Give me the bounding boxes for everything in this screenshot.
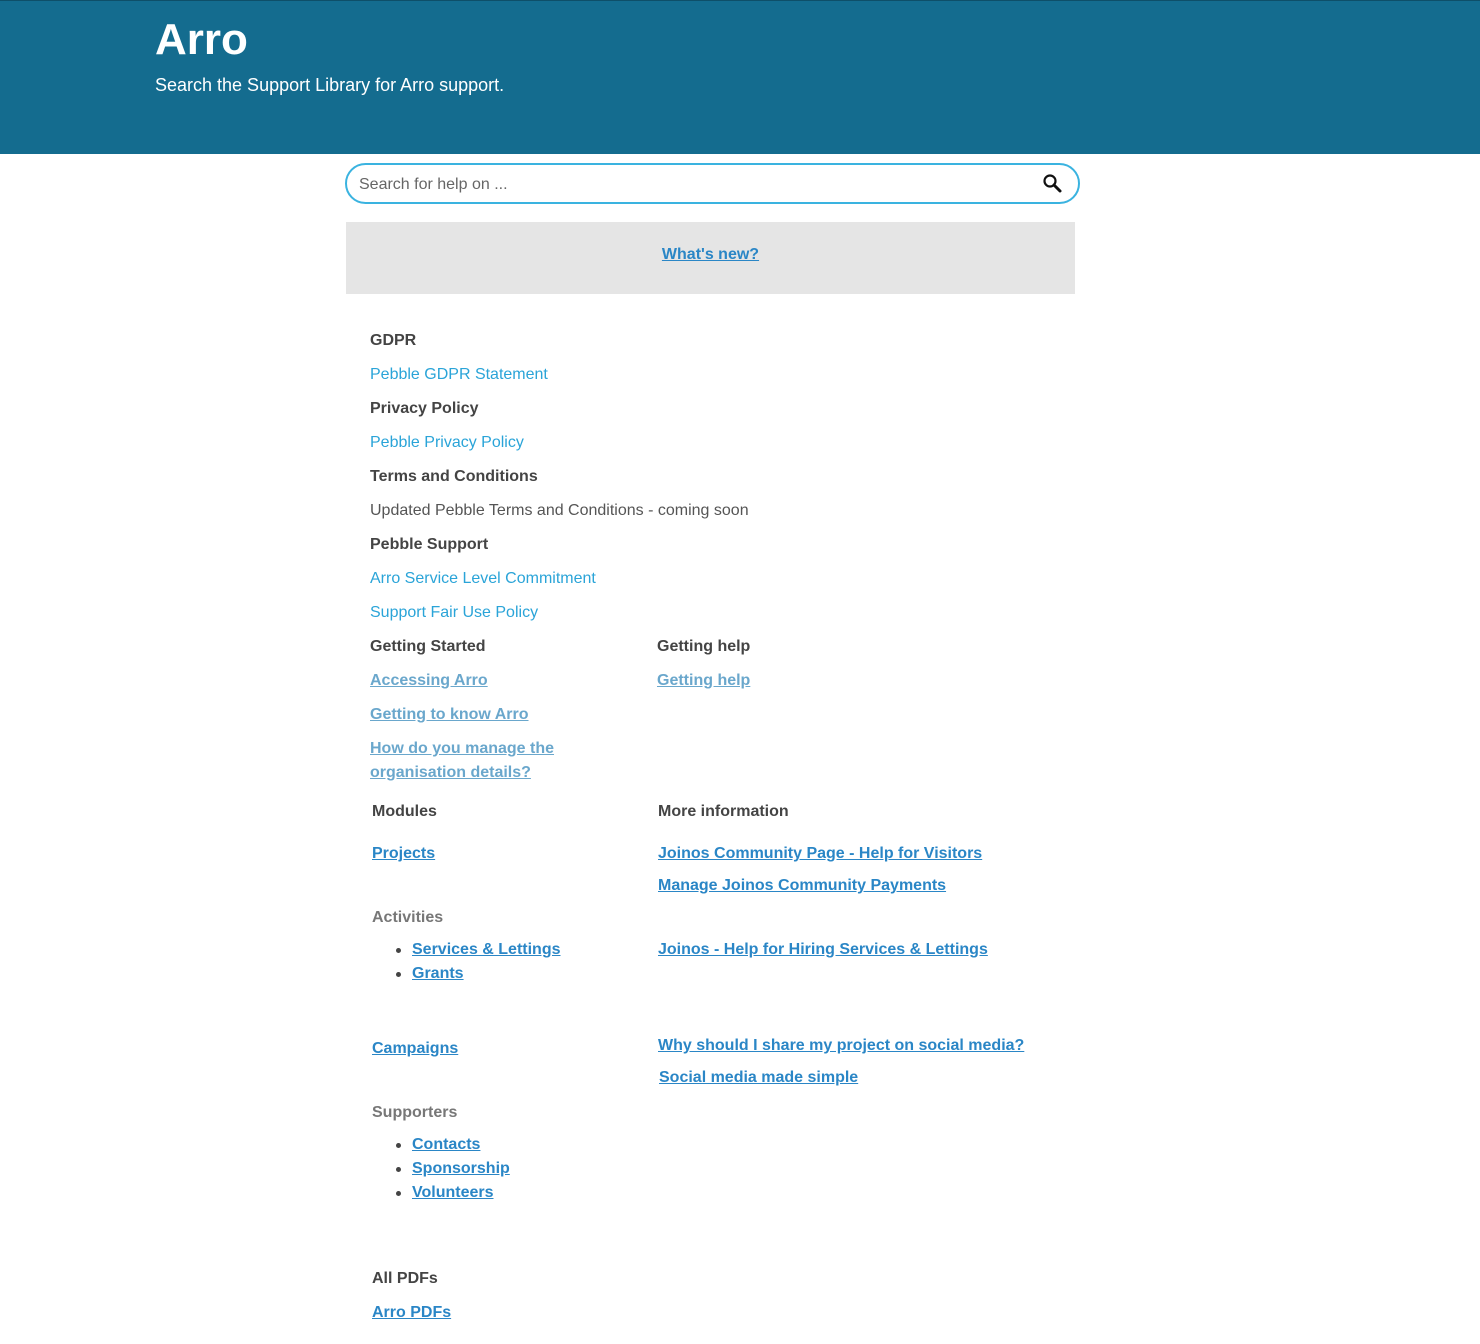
gdpr-statement-link[interactable]: Pebble GDPR Statement <box>370 364 548 386</box>
site-header: Arro Search the Support Library for Arro… <box>0 0 1480 154</box>
privacy-policy-link[interactable]: Pebble Privacy Policy <box>370 432 524 454</box>
site-title: Arro <box>155 15 248 64</box>
getting-started-heading: Getting Started <box>370 638 486 655</box>
manage-organisation-link-line2[interactable]: organisation details? <box>370 762 531 784</box>
list-bullet <box>396 972 401 977</box>
accessing-arro-link[interactable]: Accessing Arro <box>370 670 488 692</box>
whats-new-panel: What's new? <box>346 222 1075 294</box>
terms-heading: Terms and Conditions <box>370 468 538 485</box>
hiring-services-help-link[interactable]: Joinos - Help for Hiring Services & Lett… <box>658 939 988 961</box>
volunteers-link[interactable]: Volunteers <box>412 1182 494 1204</box>
share-project-social-link[interactable]: Why should I share my project on social … <box>658 1035 1024 1057</box>
search-bar <box>345 163 1080 204</box>
arro-pdfs-link[interactable]: Arro PDFs <box>372 1302 451 1324</box>
manage-organisation-link[interactable]: How do you manage the <box>370 738 554 760</box>
list-bullet <box>396 1143 401 1148</box>
list-bullet <box>396 1167 401 1172</box>
privacy-heading: Privacy Policy <box>370 400 479 417</box>
list-bullet <box>396 948 401 953</box>
whats-new-link[interactable]: What's new? <box>346 246 1075 264</box>
services-lettings-link[interactable]: Services & Lettings <box>412 939 561 961</box>
site-subtitle: Search the Support Library for Arro supp… <box>155 75 505 95</box>
list-bullet <box>396 1191 401 1196</box>
all-pdfs-heading: All PDFs <box>372 1270 438 1287</box>
support-heading: Pebble Support <box>370 536 489 553</box>
community-payments-link[interactable]: Manage Joinos Community Payments <box>658 875 946 897</box>
social-media-simple-link[interactable]: Social media made simple <box>659 1067 858 1089</box>
modules-heading: Modules <box>372 803 437 820</box>
campaigns-link[interactable]: Campaigns <box>372 1038 458 1060</box>
gdpr-heading: GDPR <box>370 332 417 349</box>
service-level-link[interactable]: Arro Service Level Commitment <box>370 568 596 590</box>
terms-coming-soon-text: Updated Pebble Terms and Conditions - co… <box>370 502 749 519</box>
getting-to-know-link[interactable]: Getting to know Arro <box>370 704 529 726</box>
getting-help-link[interactable]: Getting help <box>657 670 750 692</box>
projects-link[interactable]: Projects <box>372 843 435 865</box>
contacts-link[interactable]: Contacts <box>412 1134 480 1156</box>
community-page-help-link[interactable]: Joinos Community Page - Help for Visitor… <box>658 843 982 865</box>
search-input[interactable] <box>357 172 1021 198</box>
more-information-heading: More information <box>658 803 789 820</box>
activities-heading: Activities <box>372 909 444 926</box>
fair-use-link[interactable]: Support Fair Use Policy <box>370 602 538 624</box>
grants-link[interactable]: Grants <box>412 963 464 985</box>
sponsorship-link[interactable]: Sponsorship <box>412 1158 510 1180</box>
search-icon[interactable] <box>1042 173 1064 195</box>
getting-help-heading: Getting help <box>657 638 751 655</box>
supporters-heading: Supporters <box>372 1104 458 1121</box>
